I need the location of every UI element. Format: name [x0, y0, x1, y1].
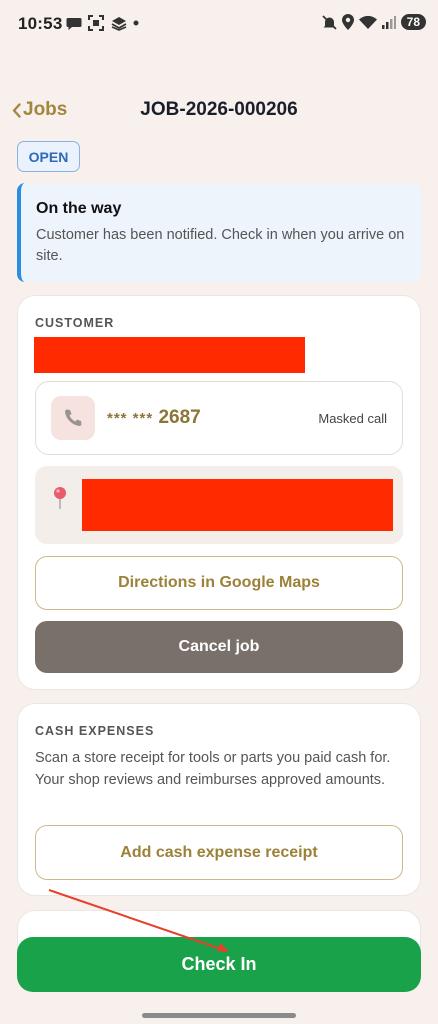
- banner-title: On the way: [36, 200, 122, 217]
- phone-number: *** *** 2687: [107, 407, 201, 429]
- check-in-button[interactable]: Check In: [17, 937, 421, 992]
- info-banner: On the way Customer has been notified. C…: [17, 183, 421, 282]
- banner-text: Customer has been notified. Check in whe…: [36, 227, 405, 264]
- status-time: 10:53: [18, 14, 63, 33]
- status-bar: 10:53 78: [0, 0, 438, 48]
- phone-last-digits: 2687: [158, 407, 201, 428]
- back-label: Jobs: [23, 99, 68, 120]
- stack-icon: [111, 17, 127, 31]
- gesture-bar[interactable]: [142, 1013, 296, 1018]
- cash-expenses-section-label: CASH EXPENSES: [35, 724, 155, 738]
- wifi-icon: [358, 15, 377, 29]
- notification-icons: [66, 15, 139, 31]
- address-row[interactable]: [35, 466, 403, 544]
- phone-row[interactable]: *** *** 2687 Masked call: [35, 381, 403, 455]
- cancel-job-button[interactable]: Cancel job: [35, 621, 403, 673]
- customer-section-label: CUSTOMER: [35, 316, 115, 330]
- back-button[interactable]: Jobs: [12, 99, 67, 121]
- phone-masked-digits: *** ***: [107, 410, 154, 427]
- phone-icon-box: [51, 396, 95, 440]
- system-icons: 78: [322, 14, 426, 30]
- phone-icon: [65, 409, 82, 426]
- mute-icon: [322, 14, 337, 30]
- add-receipt-button[interactable]: Add cash expense receipt: [35, 825, 403, 880]
- signal-icon: [381, 15, 396, 29]
- location-icon: [341, 14, 354, 30]
- chat-bubble-icon: [66, 17, 82, 30]
- customer-name-redacted: [34, 337, 305, 373]
- address-redacted: [82, 479, 393, 531]
- status-badge: OPEN: [17, 141, 80, 172]
- dot-icon: [133, 20, 139, 26]
- screenshot-icon: [88, 15, 104, 31]
- directions-button[interactable]: Directions in Google Maps: [35, 556, 403, 610]
- battery-icon: 78: [400, 14, 426, 30]
- masked-call-label: Masked call: [318, 411, 387, 426]
- chevron-left-icon: [12, 102, 21, 118]
- map-pin-icon: [54, 487, 66, 509]
- cash-expenses-description: Scan a store receipt for tools or parts …: [35, 750, 391, 788]
